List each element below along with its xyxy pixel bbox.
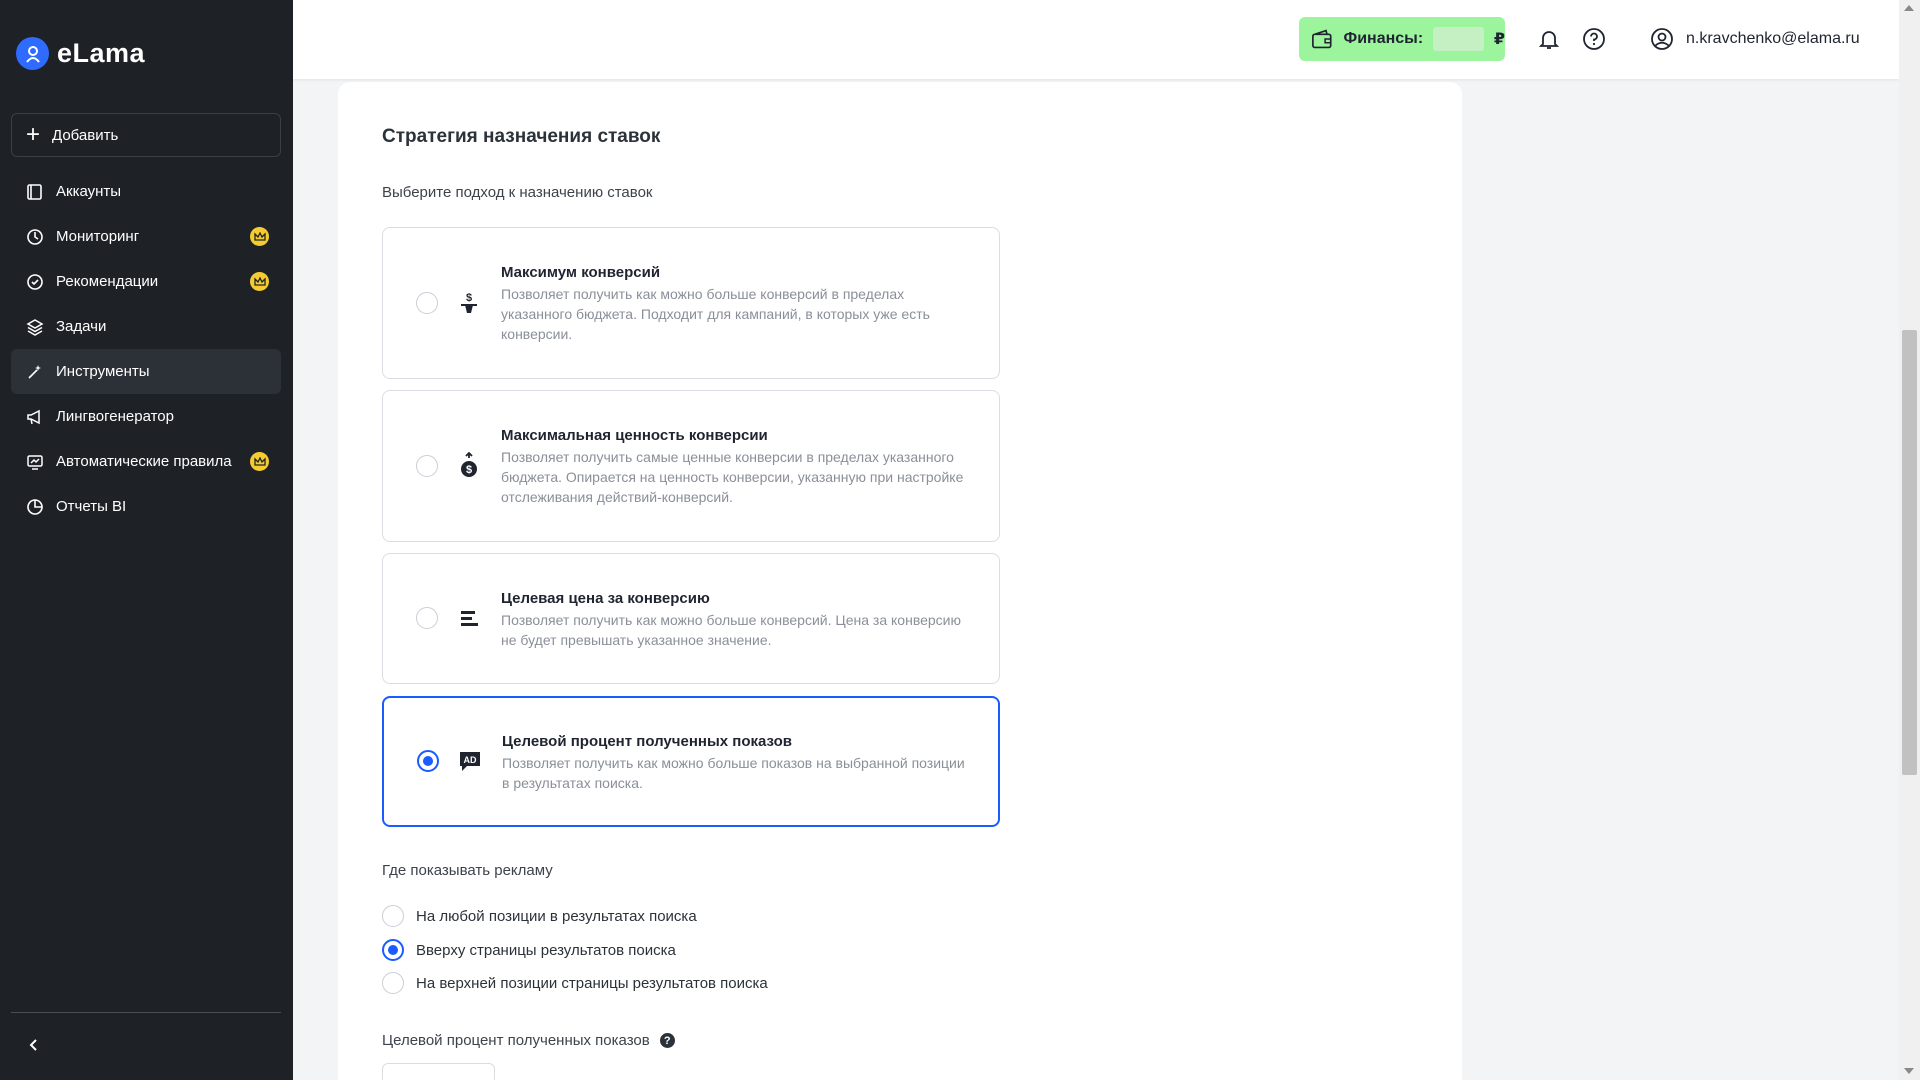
strategy-option-max-conversion-value[interactable]: $ Максимальная ценность конверсии Позвол… <box>382 390 1000 542</box>
crown-icon <box>250 272 269 291</box>
strategy-title: Максимальная ценность конверсии <box>501 427 768 444</box>
rules-icon <box>25 452 45 472</box>
strategy-option-target-cpa[interactable]: Целевая цена за конверсию Позволяет полу… <box>382 553 1000 684</box>
elama-logo[interactable]: eLama <box>16 37 145 70</box>
chevron-left-icon <box>29 1039 37 1051</box>
sidebar-item-monitoring[interactable]: Мониторинг <box>11 214 281 259</box>
strategy-subtitle: Выберите подход к назначению ставок <box>382 184 653 201</box>
tasks-icon <box>25 317 45 337</box>
plus-icon: + <box>26 121 41 148</box>
svg-text:AD: AD <box>464 755 477 765</box>
money-bag-icon: $ <box>457 452 481 477</box>
help-icon[interactable] <box>1582 27 1606 51</box>
strategy-radio[interactable] <box>416 607 438 629</box>
sidebar-item-tasks[interactable]: Задачи <box>11 304 281 349</box>
sidebar-item-linguo-generator[interactable]: Лингвогенератор <box>11 394 281 439</box>
collapse-sidebar-button[interactable] <box>24 1035 44 1055</box>
strategy-description: Позволяет получить самые ценные конверси… <box>501 449 964 505</box>
position-option-label: На любой позиции в результатах поиска <box>416 907 697 925</box>
sidebar-item-label: Лингвогенератор <box>56 408 174 425</box>
sidebar-nav: Аккаунты Мониторинг Рекомендации Задачи … <box>11 169 281 529</box>
money-hand-icon: $ <box>457 291 481 315</box>
scroll-down-arrow-icon[interactable] <box>1904 1068 1914 1074</box>
finance-label: Финансы: <box>1343 30 1424 47</box>
currency-symbol: ₽ <box>1493 31 1505 48</box>
strategy-option-target-impression-share[interactable]: AD Целевой процент полученных показов По… <box>382 696 1000 827</box>
strategy-title: Максимум конверсий <box>501 264 661 281</box>
position-radio[interactable] <box>382 939 404 961</box>
strategy-radio[interactable] <box>416 455 438 477</box>
position-option-absolute-top[interactable]: На верхней позиции страницы результатов … <box>382 972 768 994</box>
page-scrollbar[interactable] <box>1899 0 1920 1080</box>
tools-icon <box>25 362 45 382</box>
finance-balance-hidden <box>1433 27 1484 51</box>
sidebar-item-label: Инструменты <box>56 363 150 380</box>
sidebar-item-bi-reports[interactable]: Отчеты BI <box>11 484 281 529</box>
position-option-label: Вверху страницы результатов поиска <box>416 941 676 959</box>
strategy-title: Целевой процент полученных показов <box>502 733 792 750</box>
svg-text:$: $ <box>466 464 472 476</box>
sidebar-item-label: Отчеты BI <box>56 498 127 515</box>
crown-icon <box>250 227 269 246</box>
sidebar-item-label: Задачи <box>56 318 107 335</box>
scroll-up-arrow-icon[interactable] <box>1904 5 1914 11</box>
recommendations-icon <box>25 272 45 292</box>
position-radio[interactable] <box>382 972 404 994</box>
user-email: n.kravchenko@elama.ru <box>1686 30 1860 47</box>
elama-logo-icon <box>16 37 49 70</box>
svg-text:$: $ <box>466 292 472 304</box>
bidding-strategy-card: Стратегия назначения ставок Выберите под… <box>338 82 1462 1080</box>
ad-badge-icon: AD <box>458 749 482 773</box>
accounts-icon <box>25 182 45 202</box>
question-help-icon[interactable]: ? <box>659 1033 675 1048</box>
strategy-description: Позволяет получить как можно больше конв… <box>501 286 930 342</box>
position-radio[interactable] <box>382 905 404 927</box>
strategy-option-max-conversions[interactable]: $ Максимум конверсий Позволяет получить … <box>382 227 1000 379</box>
sidebar: eLama + Добавить Аккаунты Мониторинг Рек… <box>0 0 293 1080</box>
position-option-any[interactable]: На любой позиции в результатах поиска <box>382 905 697 927</box>
scrollbar-thumb[interactable] <box>1902 330 1917 775</box>
sidebar-divider <box>11 1012 281 1013</box>
finance-button[interactable]: Финансы: ₽ <box>1299 17 1505 61</box>
target-percent-input[interactable] <box>382 1063 495 1080</box>
sidebar-item-recommendations[interactable]: Рекомендации <box>11 259 281 304</box>
section-title: Стратегия назначения ставок <box>382 126 661 147</box>
ad-position-label: Где показывать рекламу <box>382 862 553 879</box>
sidebar-item-label: Рекомендации <box>56 273 159 290</box>
sidebar-item-accounts[interactable]: Аккаунты <box>11 169 281 214</box>
top-header: Финансы: ₽ n.kravchenko@elama.ru <box>293 0 1899 79</box>
sidebar-item-label: Мониторинг <box>56 228 140 245</box>
strategy-description: Позволяет получить как можно больше конв… <box>501 612 961 648</box>
strategy-radio[interactable] <box>416 292 438 314</box>
sidebar-item-label: Автоматические правила <box>56 453 232 470</box>
wallet-icon <box>1312 29 1332 49</box>
reports-icon <box>25 497 45 517</box>
user-avatar-icon <box>1651 28 1673 50</box>
notifications-bell-icon[interactable] <box>1537 27 1561 51</box>
position-option-top-of-page[interactable]: Вверху страницы результатов поиска <box>382 939 676 961</box>
logo-text: eLama <box>57 38 146 68</box>
monitoring-icon <box>25 227 45 247</box>
position-option-label: На верхней позиции страницы результатов … <box>416 974 768 992</box>
sidebar-item-tools[interactable]: Инструменты <box>11 349 281 394</box>
target-lines-icon <box>457 606 481 630</box>
megaphone-icon <box>25 407 45 427</box>
user-menu[interactable]: n.kravchenko@elama.ru <box>1650 27 1860 51</box>
target-label-text: Целевой процент полученных показов <box>382 1032 650 1049</box>
sidebar-item-label: Аккаунты <box>56 183 122 200</box>
strategy-radio[interactable] <box>417 750 439 772</box>
target-impression-share-label: Целевой процент полученных показов ? <box>382 1032 675 1049</box>
strategy-description: Позволяет получить как можно больше пока… <box>502 755 965 791</box>
strategy-title: Целевая цена за конверсию <box>501 590 710 607</box>
crown-icon <box>250 452 269 471</box>
add-button-label: Добавить <box>52 126 119 144</box>
sidebar-item-auto-rules[interactable]: Автоматические правила <box>11 439 281 484</box>
add-button[interactable]: + Добавить <box>11 113 281 157</box>
